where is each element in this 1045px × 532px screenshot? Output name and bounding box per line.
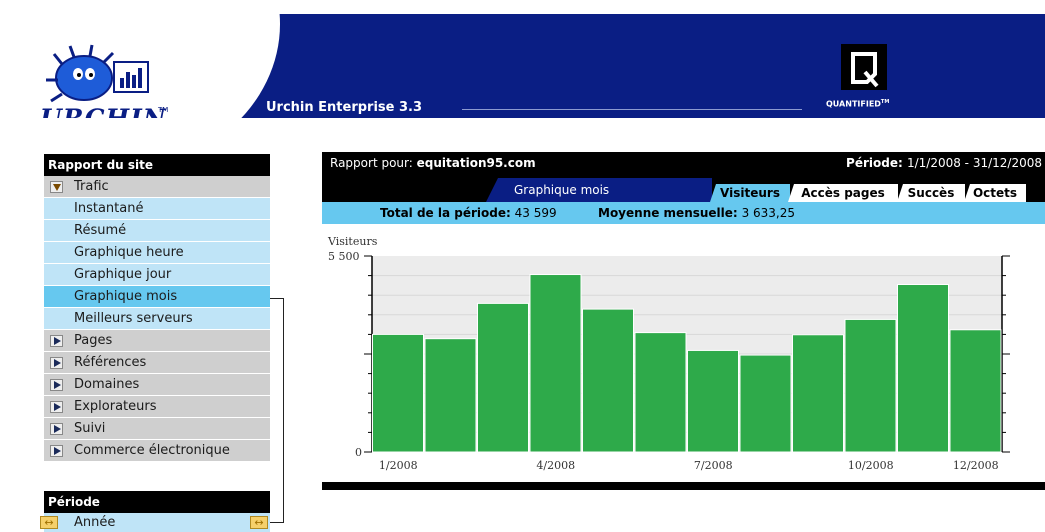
sidebar-item-meilleurs-serveurs[interactable]: Meilleurs serveurs <box>44 308 270 330</box>
brand-wordmark: URCHIN <box>40 104 167 118</box>
sidebar-period-heading: Période <box>44 491 270 513</box>
x-tick-label: 7/2008 <box>694 459 733 472</box>
sidebar-item-label: Références <box>74 355 147 370</box>
sidebar-item-graphique-mois[interactable]: Graphique mois <box>44 286 270 308</box>
sidebar-item-domaines[interactable]: Domaines <box>44 374 270 396</box>
bar <box>739 354 792 453</box>
sidebar-item-label: Graphique mois <box>74 289 178 304</box>
period-total-value: 43 599 <box>514 206 557 220</box>
monthly-average: Moyenne mensuelle: 3 633,25 <box>598 202 795 224</box>
collapsed-triangle-icon[interactable] <box>50 335 63 347</box>
sidebar-item-suivi[interactable]: Suivi <box>44 418 270 440</box>
sidebar-item-label: Résumé <box>74 223 127 238</box>
quantified-logo-icon <box>841 44 887 90</box>
partner-name: QUANTIFIEDTM <box>826 99 889 109</box>
bar <box>582 308 634 453</box>
tab-octets[interactable]: Octets <box>964 184 1026 202</box>
brand-trademark: TM <box>158 106 169 114</box>
sidebar-item-label: Suivi <box>74 421 106 436</box>
sidebar-item-pages[interactable]: Pages <box>44 330 270 352</box>
x-tick-label: 1/2008 <box>379 459 418 472</box>
sidebar-item-label: Commerce électronique <box>74 443 230 458</box>
monthly-average-value: 3 633,25 <box>741 206 795 220</box>
report-site-label: Rapport pour: <box>330 156 413 170</box>
collapsed-triangle-icon[interactable] <box>50 423 63 435</box>
bar <box>372 333 424 453</box>
monthly-visitors-chart: Visiteurs 5 500 0 1/2008 4/2008 7/2008 10/200… <box>322 224 1045 482</box>
bar <box>529 274 582 453</box>
report-period-value: 1/1/2008 - 31/12/2008 <box>906 156 1042 170</box>
x-tick-label: 12/2008 <box>953 459 999 472</box>
sidebar-item-resume[interactable]: Résumé <box>44 220 270 242</box>
bar <box>634 332 687 453</box>
app-header: URCHIN TM Urchin Enterprise 3.3 QUANTIFI… <box>10 14 1045 118</box>
report-period: Période: 1/1/2008 - 31/12/2008 <box>846 152 1042 174</box>
sidebar-item-trafic[interactable]: Trafic <box>44 176 270 198</box>
sidebar-report-heading: Rapport du site <box>44 154 270 176</box>
report-site-value: equitation95.com <box>416 156 536 170</box>
bar <box>949 329 1002 453</box>
sidebar-item-graphique-heure[interactable]: Graphique heure <box>44 242 270 264</box>
totals-bar: Total de la période: 43 599 Moyenne mens… <box>322 202 1045 224</box>
collapsed-triangle-icon[interactable] <box>50 445 63 457</box>
bar <box>844 318 897 453</box>
expanded-triangle-icon[interactable] <box>50 181 63 193</box>
report-footer <box>322 482 1045 490</box>
sidebar-item-label: Meilleurs serveurs <box>74 311 193 326</box>
sidebar-item-annee[interactable]: ↔ Année ↔ <box>40 513 270 532</box>
period-total: Total de la période: 43 599 <box>380 202 557 224</box>
report-header: Rapport pour: equitation95.com Période: … <box>322 152 1045 174</box>
x-tick-label: 4/2008 <box>536 459 575 472</box>
tab-acces-pages[interactable]: Accès pages <box>788 184 898 202</box>
chart-plot: 5 500 0 1/2008 4/2008 7/2008 10/2008 12/2008 <box>328 250 1010 472</box>
collapsed-triangle-icon[interactable] <box>50 401 63 413</box>
sidebar-item-label: Graphique jour <box>74 267 172 282</box>
header-divider <box>462 109 802 110</box>
sidebar-item-commerce-electronique[interactable]: Commerce électronique <box>44 440 270 462</box>
period-total-label: Total de la période: <box>380 206 511 220</box>
sidebar-item-references[interactable]: Références <box>44 352 270 374</box>
monthly-average-label: Moyenne mensuelle: <box>598 206 738 220</box>
collapsed-triangle-icon[interactable] <box>50 379 63 391</box>
partner-label: QUANTIFIED <box>826 99 881 109</box>
tab-succes[interactable]: Succès <box>897 184 965 202</box>
bar <box>897 284 949 453</box>
sidebar-item-label: Année <box>74 515 116 530</box>
tab-visiteurs[interactable]: Visiteurs <box>710 184 790 202</box>
year-right-icon[interactable]: ↔ <box>250 516 268 529</box>
sidebar-item-explorateurs[interactable]: Explorateurs <box>44 396 270 418</box>
bar <box>477 302 529 453</box>
y-tick-label: 5 500 <box>328 250 360 263</box>
sidebar-item-graphique-jour[interactable]: Graphique jour <box>44 264 270 286</box>
selection-connector <box>270 298 284 523</box>
product-title: Urchin Enterprise 3.3 <box>266 100 423 115</box>
sidebar-item-label: Pages <box>74 333 113 348</box>
bar <box>424 338 477 453</box>
sidebar-item-label: Trafic <box>74 179 109 194</box>
sidebar-item-instantane[interactable]: Instantané <box>44 198 270 220</box>
tab-graphique-mois[interactable]: Graphique mois <box>486 178 712 202</box>
sidebar-item-label: Domaines <box>74 377 140 392</box>
bar <box>792 334 844 453</box>
sidebar-item-label: Explorateurs <box>74 399 157 414</box>
partner-trademark: TM <box>880 99 890 105</box>
sidebar-item-label: Instantané <box>74 201 144 216</box>
report-site: Rapport pour: equitation95.com <box>330 152 536 174</box>
sidebar-item-label: Graphique heure <box>74 245 184 260</box>
y-axis-label: Visiteurs <box>327 235 378 248</box>
report-period-label: Période: <box>846 156 903 170</box>
collapsed-triangle-icon[interactable] <box>50 357 63 369</box>
bar <box>687 349 739 453</box>
year-left-icon[interactable]: ↔ <box>40 516 58 529</box>
y-tick-label: 0 <box>355 446 362 459</box>
x-tick-label: 10/2008 <box>848 459 894 472</box>
